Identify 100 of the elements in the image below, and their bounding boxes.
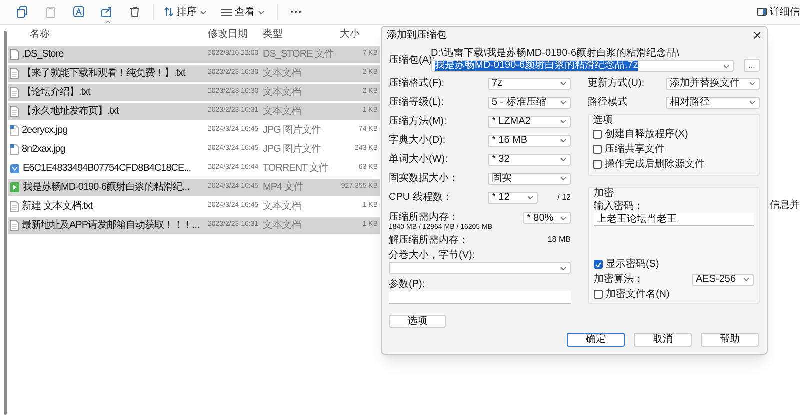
check-icon <box>594 262 602 268</box>
password-field[interactable]: 上老王论坛当老王 <box>594 213 754 226</box>
checkbox-label: 显示密码(S) <box>606 258 660 272</box>
toolbar-button[interactable] <box>16 6 28 18</box>
field-label: 压缩所需内存： <box>389 212 460 223</box>
dropdown[interactable]: 添加并替换文件 <box>666 78 760 90</box>
chevron-down-icon <box>560 138 567 143</box>
column-header[interactable]: 名称 <box>30 29 50 40</box>
dialog-title: 添加到压缩包 <box>387 28 447 42</box>
file-name: 【永久地址发布页】.txt <box>22 104 119 119</box>
file-name: 新建 文本文档.txt <box>22 200 93 214</box>
sort-caret-icon <box>105 21 111 24</box>
toolbar-button[interactable] <box>101 6 113 18</box>
field-label: 解压缩所需内存： <box>389 234 469 248</box>
browse-button[interactable]: ... <box>744 59 760 72</box>
file-name: 8n2xax.jpg <box>22 143 66 157</box>
checkbox-label: 操作完成后删除源文件 <box>604 158 705 172</box>
dropdown[interactable]: 固实 <box>488 172 571 184</box>
input-field[interactable] <box>389 291 571 304</box>
file-name: .DS_Store <box>22 48 64 62</box>
dropdown[interactable]: AES-256 <box>692 274 754 286</box>
chevron-down-icon <box>200 10 207 14</box>
rename-icon <box>73 6 85 18</box>
image-file-icon <box>10 125 19 136</box>
file-type: 文本文档 <box>263 218 302 233</box>
column-header[interactable]: 大小 <box>340 29 360 40</box>
checkbox[interactable] <box>592 130 602 139</box>
toolbar-button[interactable] <box>73 6 85 18</box>
checkbox[interactable] <box>592 160 602 169</box>
image-file-icon <box>10 144 19 155</box>
dialog-button[interactable]: 确定 <box>567 333 625 347</box>
scroll-bar[interactable] <box>4 31 7 415</box>
field-label: 输入密码： <box>594 201 645 213</box>
field-label: 压缩格式(F): <box>389 76 445 91</box>
sort-icon <box>164 7 174 17</box>
close-icon <box>754 32 760 38</box>
file-type: 文本文档 <box>263 86 302 100</box>
file-type: 文本文档 <box>263 200 302 214</box>
dropdown[interactable]: * 12 <box>488 192 538 204</box>
file-type: JPG 图片文件 <box>263 124 322 138</box>
file-type: MP4 文件 <box>263 180 305 195</box>
more-icon <box>290 10 302 14</box>
column-header[interactable]: 类型 <box>263 29 283 40</box>
chevron-down-icon <box>749 81 756 86</box>
file-name: 【论坛介绍】.txt <box>22 86 90 100</box>
memory-value: 18 MB <box>548 234 571 246</box>
field-label: 字典大小(D): <box>389 134 446 148</box>
checkbox-label: 加密文件名(N) <box>606 288 670 302</box>
dropdown[interactable]: * LZMA2 <box>488 116 571 128</box>
details-pane-icon <box>757 8 767 16</box>
group-title: 加密 <box>594 188 615 200</box>
dialog-button[interactable]: 取消 <box>634 333 692 347</box>
sort-button[interactable]: 排序 <box>164 4 207 20</box>
chevron-down-icon <box>560 119 567 124</box>
field-label: 加密算法： <box>594 272 644 287</box>
text-file-icon <box>10 201 19 212</box>
details-button[interactable]: 详细信 <box>757 4 800 20</box>
thread-max: / 12 <box>556 192 571 204</box>
checkbox[interactable] <box>592 145 602 154</box>
file-type: JPG 图片文件 <box>263 142 322 157</box>
dropdown[interactable]: * 32 <box>488 154 571 166</box>
chevron-down-icon <box>560 157 567 162</box>
share-icon <box>101 6 113 18</box>
chevron-down-icon <box>526 195 534 200</box>
chevron-down-icon <box>560 176 567 181</box>
dropdown[interactable]: 5 - 标准压缩 <box>488 96 571 108</box>
delete-icon <box>129 6 141 18</box>
toolbar-button[interactable] <box>129 6 141 18</box>
checkbox[interactable] <box>594 260 603 269</box>
file-type: 文本文档 <box>263 66 302 81</box>
view-button[interactable]: 查看 <box>221 4 265 20</box>
copy-icon <box>16 6 28 18</box>
text-file-icon <box>10 106 19 117</box>
dropdown[interactable]: * 80% <box>522 212 571 224</box>
checkbox-label: 创建自释放程序(X) <box>604 128 688 142</box>
menu-icon <box>221 8 232 16</box>
paste-icon <box>45 6 57 18</box>
field-label: 单词大小(W): <box>389 152 448 167</box>
field-label: 压缩方法(M): <box>389 114 447 129</box>
column-header[interactable]: 修改日期 <box>208 29 248 40</box>
dropdown[interactable]: 7z <box>488 78 571 90</box>
close-button[interactable] <box>752 30 762 40</box>
archive-path: D:\迅雷下载\我是苏畅MD-0190-6颜射白浆的粘滑纪念品\ <box>431 48 680 59</box>
file-name: 【来了就能下载和观看！纯免费！】.txt <box>22 66 186 81</box>
field-label: 分卷大小，字节(V): <box>389 250 476 262</box>
video-file-icon <box>10 182 20 193</box>
chevron-down-icon <box>560 100 567 105</box>
field-label: 路径模式 <box>588 96 628 110</box>
dropdown[interactable]: 相对路径 <box>666 96 760 108</box>
options-button[interactable]: 选项 <box>389 315 446 328</box>
chevron-down-icon <box>560 81 567 86</box>
dropdown[interactable]: * 16 MB <box>488 134 571 146</box>
dropdown[interactable]: 我是苏畅MD-0190-6颜射白浆的粘滑纪念品.7z <box>431 60 734 72</box>
file-type: TORRENT 文件 <box>263 162 330 176</box>
group-title: 选项 <box>592 115 614 127</box>
field-label: 更新方式(U): <box>588 76 645 91</box>
file-type: DS_STORE 文件 <box>263 48 336 62</box>
checkbox[interactable] <box>594 290 603 299</box>
file-icon <box>10 49 19 60</box>
dialog-button[interactable]: 帮助 <box>701 333 759 347</box>
